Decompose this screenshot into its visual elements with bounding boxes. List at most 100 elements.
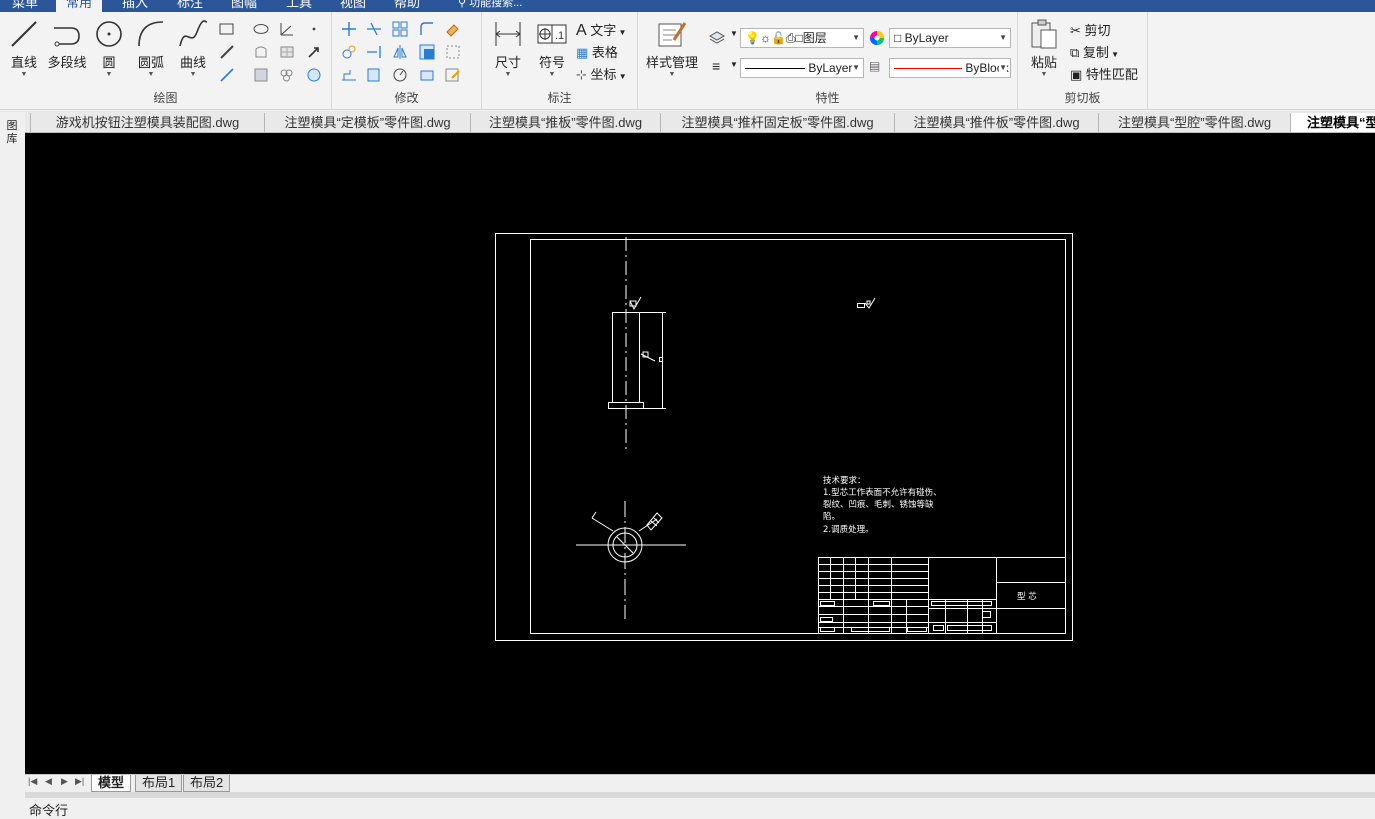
edit-properties-icon[interactable] [444, 66, 462, 84]
wipeout-icon[interactable] [252, 66, 270, 84]
table-icon: ▦ [576, 45, 589, 60]
chevron-down-icon[interactable]: ▼ [730, 60, 738, 69]
dimension-label: 尺寸 [494, 55, 521, 70]
linetype-preview [745, 68, 805, 70]
menu-annotate-tab[interactable]: 标注 [177, 0, 203, 12]
prev-layout-icon[interactable]: ◀ [45, 776, 52, 787]
chevron-down-icon: ▼ [20, 71, 28, 78]
document-tab[interactable]: 注塑模具“定模板”零件图.dwg [264, 113, 470, 132]
hatch-icon[interactable] [278, 43, 296, 61]
document-tab-active[interactable]: 注塑模具“型 [1290, 113, 1375, 132]
rectangle-icon[interactable] [218, 20, 236, 38]
construction-line-icon[interactable] [218, 43, 236, 61]
drawing-canvas[interactable]: 技术要求： 1.型芯工作表面不允许有碰伤、 裂纹、凹痕、毛刺、锈蚀等缺 陷。 2… [25, 133, 1375, 774]
explode-icon[interactable] [418, 66, 436, 84]
text-button[interactable]: A 文字 ▼ [576, 20, 626, 40]
document-tab[interactable]: 游戏机按钮注塑模具装配图.dwg [30, 113, 264, 132]
layout-tab-layout1[interactable]: 布局1 [135, 775, 183, 792]
menu-sheet-tab[interactable]: 图幅 [231, 0, 257, 12]
chevron-down-icon[interactable]: ▼ [730, 29, 738, 38]
cut-button[interactable]: ✂ 剪切 [1070, 20, 1111, 39]
chevron-down-icon: ▼ [105, 71, 113, 78]
arc-button[interactable]: 圆弧 ▼ [131, 18, 171, 79]
cloud-icon[interactable] [278, 66, 296, 84]
match-properties-button[interactable]: ▣ 特性匹配 [1070, 64, 1138, 83]
boundary-icon[interactable] [305, 66, 323, 84]
table-button[interactable]: ▦ 表格 [576, 42, 618, 61]
side-palette: 图库 [0, 112, 25, 774]
scale-icon[interactable] [365, 66, 383, 84]
polyline-button[interactable]: 多段线 [46, 18, 88, 71]
curve-button[interactable]: 曲线 ▼ [173, 18, 213, 79]
angle-line-icon[interactable] [278, 20, 296, 38]
document-tab[interactable]: 注塑模具“推杆固定板”零件图.dwg [660, 113, 894, 132]
command-line[interactable]: 命令行 [0, 798, 1375, 819]
linetype-dropdown[interactable]: ByLayer ▼ [740, 58, 864, 78]
circle-label: 圆 [102, 55, 116, 70]
dimension-button[interactable]: 尺寸 ▼ [488, 18, 528, 79]
point-icon[interactable] [305, 20, 323, 38]
draw-group: 直线 ▼ 多段线 圆 ▼ 圆弧 ▼ 曲线 ▼ 绘图 [0, 12, 332, 110]
annotate-group-label: 标注 [547, 91, 572, 105]
properties-group: 样式管理 ▼ ▼ 💡☼🔓⎙□图层 ▼ □ ByLayer ▼ ≡ ▼ ByLay… [638, 12, 1018, 110]
draw-group-label: 绘图 [153, 91, 178, 105]
offset-icon[interactable] [418, 43, 436, 61]
print-icon: ⎙ [785, 31, 796, 45]
rotate-icon[interactable] [391, 66, 409, 84]
ellipse-icon[interactable] [252, 20, 270, 38]
menu-home-tab[interactable]: 常用 [56, 0, 103, 12]
ray-icon[interactable] [218, 66, 236, 84]
extend-icon[interactable] [365, 43, 383, 61]
menu-tools-tab[interactable]: 工具 [286, 0, 312, 12]
region-icon[interactable] [252, 43, 270, 61]
menu-insert-tab[interactable]: 插入 [122, 0, 148, 12]
document-tab[interactable]: 注塑模具“型腔”零件图.dwg [1098, 113, 1290, 132]
circle-button[interactable]: 圆 ▼ [89, 18, 129, 79]
layer-dropdown[interactable]: 💡☼🔓⎙□图层 ▼ [740, 28, 864, 48]
trim-icon[interactable] [365, 20, 383, 38]
modify-group: 修改 [332, 12, 482, 110]
copy-button[interactable]: ⧉ 复制 ▼ [1070, 42, 1119, 61]
menu-view-tab[interactable]: 视图 [340, 0, 366, 12]
layout-tab-model[interactable]: 模型 [91, 775, 132, 792]
menu-app[interactable]: 菜单 [12, 0, 38, 12]
modify-group-label: 修改 [394, 91, 419, 105]
clipboard-group: 粘贴 ▼ ✂ 剪切 ⧉ 复制 ▼ ▣ 特性匹配 剪切板 [1018, 12, 1148, 110]
mirror-icon[interactable] [391, 43, 409, 61]
color-dropdown[interactable]: □ ByLayer ▼ [889, 28, 1011, 48]
copy-object-icon[interactable] [340, 43, 358, 61]
color-wheel-icon[interactable] [868, 29, 886, 47]
stretch-icon[interactable] [340, 66, 358, 84]
document-tab-bar: 游戏机按钮注塑模具装配图.dwg 注塑模具“定模板”零件图.dwg 注塑模具“推… [0, 111, 1375, 133]
drawing-svg[interactable]: 技术要求： 1.型芯工作表面不允许有碰伤、 裂纹、凹痕、毛刺、锈蚀等缺 陷。 2… [25, 133, 1375, 774]
menu-help-tab[interactable]: 帮助 [394, 0, 420, 12]
style-manager-button[interactable]: 样式管理 ▼ [644, 18, 700, 79]
layout-tab-layout2[interactable]: 布局2 [183, 775, 231, 792]
paste-button[interactable]: 粘贴 ▼ [1024, 18, 1064, 79]
linetype-icon[interactable]: ≡ [712, 58, 720, 74]
next-layout-icon[interactable]: ▶ [61, 776, 68, 787]
eraser-icon[interactable] [444, 20, 462, 38]
paste-icon [1031, 19, 1057, 49]
document-tab[interactable]: 注塑模具“推板”零件图.dwg [470, 113, 660, 132]
array-icon[interactable] [391, 20, 409, 38]
layer-manager-icon[interactable] [708, 28, 726, 46]
cut-label: 剪切 [1084, 23, 1111, 38]
symbol-label: 符号 [538, 55, 565, 70]
break-icon[interactable] [444, 43, 462, 61]
document-tab[interactable]: 注塑模具“推件板”零件图.dwg [894, 113, 1098, 132]
paste-label: 粘贴 [1030, 55, 1057, 70]
lineweight-dropdown[interactable]: ByBlock ▼ [889, 58, 1011, 78]
coordinate-button[interactable]: ⊹ 坐标 ▼ [576, 64, 627, 83]
fillet-icon[interactable] [418, 20, 436, 38]
symbol-button[interactable]: .1 符号 ▼ [532, 18, 572, 79]
arrow-icon[interactable] [305, 43, 323, 61]
first-layout-icon[interactable]: |◀ [28, 776, 37, 787]
line-button[interactable]: 直线 ▼ [4, 18, 44, 79]
move-icon[interactable] [340, 20, 358, 38]
lineweight-icon[interactable]: ▤ [869, 59, 880, 73]
feature-search[interactable]: ⚲ 功能搜索... [458, 0, 522, 12]
feature-search-placeholder: 功能搜索... [469, 0, 523, 9]
library-tab[interactable]: 图库 [5, 120, 19, 146]
last-layout-icon[interactable]: ▶| [75, 776, 84, 787]
